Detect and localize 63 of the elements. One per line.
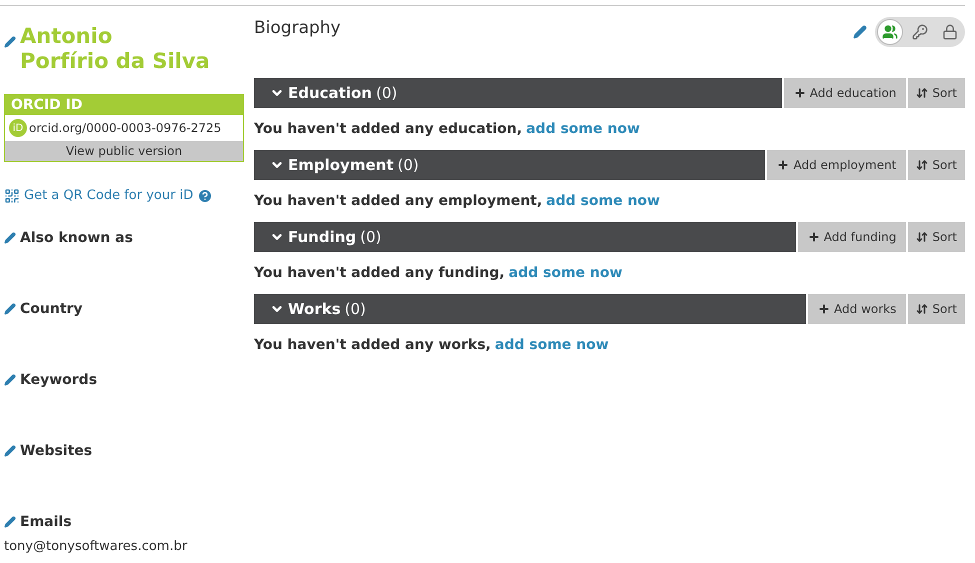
edit-icon[interactable] <box>4 36 16 48</box>
qr-code-icon <box>4 188 20 204</box>
view-public-link[interactable]: View public version <box>5 141 243 161</box>
add-some-link[interactable]: add some now <box>546 193 660 209</box>
field-label: Also known as <box>20 228 133 248</box>
lock-icon <box>942 24 958 40</box>
edit-icon[interactable] <box>853 25 867 39</box>
section-header[interactable]: Works (0) <box>254 294 806 324</box>
orcid-id: orcid.org/0000-0003-0976-2725 <box>29 120 222 137</box>
edit-icon[interactable] <box>4 516 16 528</box>
empty-message: You haven't added any education, <box>254 121 522 137</box>
plus-icon <box>777 159 790 171</box>
sort-button[interactable]: Sort <box>908 150 965 180</box>
sort-button[interactable]: Sort <box>908 294 965 324</box>
sort-icon <box>916 231 928 243</box>
section-count: (0) <box>398 154 419 176</box>
section-count: (0) <box>360 226 382 248</box>
section-header[interactable]: Funding (0) <box>254 222 796 252</box>
qr-code-link[interactable]: Get a QR Code for your iD <box>24 186 194 206</box>
add-some-link[interactable]: add some now <box>526 121 640 137</box>
key-icon <box>912 24 928 40</box>
sort-icon <box>916 159 928 171</box>
plus-icon <box>818 303 830 315</box>
email-value: tony@tonysoftwares.com.br <box>4 538 188 556</box>
add-button[interactable]: Add employment <box>767 150 906 180</box>
section-header[interactable]: Employment (0) <box>254 150 766 180</box>
privacy-option[interactable] <box>877 19 903 45</box>
sort-button[interactable]: Sort <box>908 222 965 252</box>
add-button[interactable]: Add education <box>784 78 906 108</box>
help-icon[interactable] <box>197 188 214 204</box>
edit-icon[interactable] <box>4 303 16 315</box>
edit-icon[interactable] <box>4 374 16 386</box>
orcid-badge: iD <box>9 119 27 137</box>
sort-icon <box>916 87 928 99</box>
edit-icon[interactable] <box>4 445 16 457</box>
biography-title: Biography <box>254 17 341 40</box>
profile-name: Antonio <box>20 24 114 49</box>
add-button[interactable]: Add funding <box>798 222 906 252</box>
sort-button[interactable]: Sort <box>908 78 965 108</box>
orcid-heading: ORCID ID <box>5 95 243 115</box>
edit-icon[interactable] <box>4 232 16 244</box>
empty-message: You haven't added any works, <box>254 337 491 353</box>
add-some-link[interactable]: add some now <box>494 337 609 353</box>
add-some-link[interactable]: add some now <box>508 265 622 281</box>
plus-icon <box>808 231 820 243</box>
field-label: Country <box>20 300 83 318</box>
section-count: (0) <box>344 298 366 320</box>
section-header[interactable]: Education (0) <box>254 78 782 108</box>
field-label: Emails <box>20 512 72 532</box>
field-label: Keywords <box>20 370 98 390</box>
section-title: Works <box>288 298 341 320</box>
empty-message: You haven't added any employment, <box>254 193 542 209</box>
section-title: Employment <box>288 154 394 176</box>
empty-message: You haven't added any funding, <box>254 265 505 281</box>
add-button[interactable]: Add works <box>808 294 906 324</box>
sort-icon <box>916 303 928 315</box>
field-label: Websites <box>20 442 92 460</box>
profile-name: Porfírio da Silva <box>20 49 210 74</box>
section-title: Funding <box>288 226 356 248</box>
section-count: (0) <box>376 82 398 104</box>
people-icon <box>882 24 898 40</box>
plus-icon <box>794 87 806 99</box>
section-title: Education <box>288 82 372 104</box>
